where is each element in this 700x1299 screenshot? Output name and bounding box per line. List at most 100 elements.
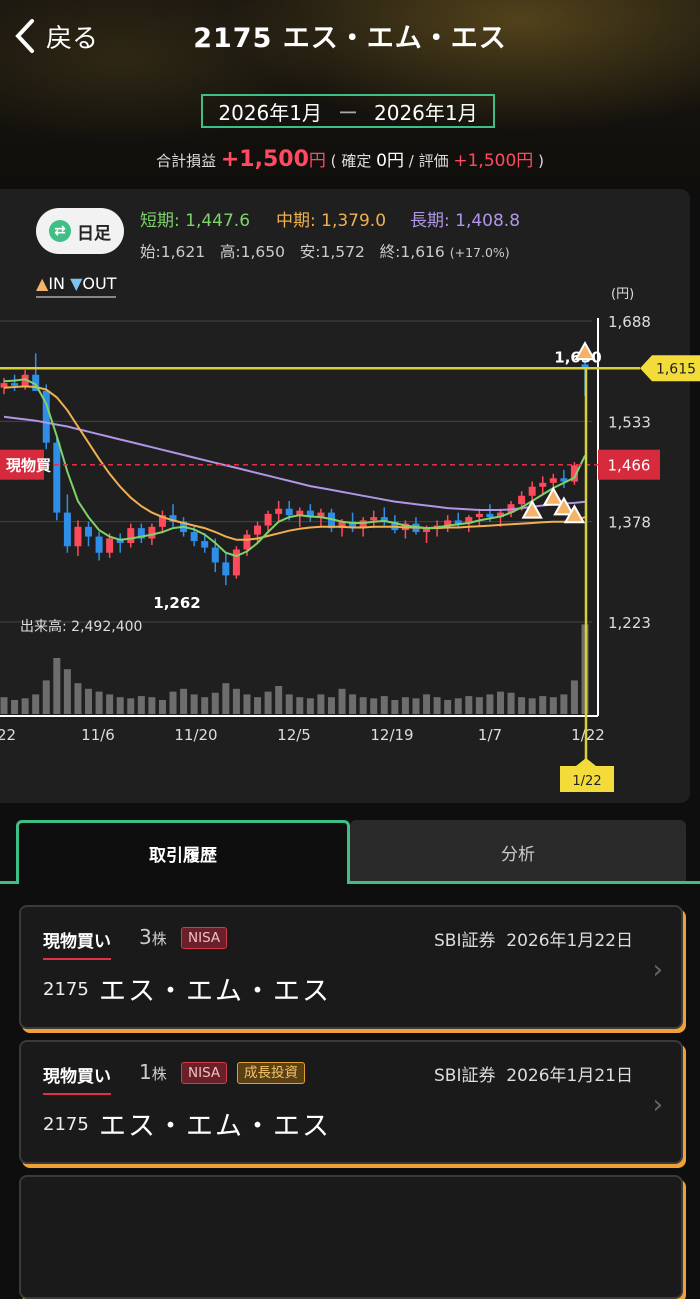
- volume-bar: [296, 697, 304, 714]
- trade-date: 2026年1月21日: [506, 1066, 633, 1086]
- volume-bar: [496, 691, 504, 714]
- candle-body: [528, 486, 536, 496]
- volume-bar: [232, 688, 240, 714]
- volume-bar: [338, 688, 346, 714]
- volume-bar: [137, 696, 145, 714]
- x-tick-label: 12/5: [277, 726, 311, 744]
- candle-body: [518, 495, 526, 505]
- volume-bar: [507, 692, 515, 714]
- price-chart[interactable]: 1,688 1,533 1,378 1,223 (円) /22 11/6 11/20 12/5 1…: [0, 0, 700, 800]
- candle-body: [211, 547, 219, 563]
- volume-bar: [275, 686, 283, 714]
- volume-bar: [327, 697, 335, 714]
- trade-item[interactable]: 現物買い 1株 NISA 成長投資 SBI証券 2026年1月21日 2175 …: [19, 1040, 683, 1164]
- x-tick-label: 12/19: [370, 726, 413, 744]
- current-price-label: 1,615: [656, 361, 696, 377]
- trade-broker-date: SBI証券 2026年1月21日: [434, 1061, 633, 1086]
- trade-item-partial[interactable]: [19, 1175, 683, 1299]
- date-cursor-label: 1/22: [572, 774, 601, 789]
- volume-bar: [116, 697, 124, 714]
- volume-bars: 出来高: 2,492,400: [0, 618, 589, 714]
- candle-body: [148, 526, 156, 539]
- volume-bar: [285, 694, 293, 714]
- trade-item[interactable]: 現物買い 3株 NISA SBI証券 2026年1月22日 2175 エス・エム…: [19, 905, 683, 1029]
- volume-bar: [21, 698, 29, 714]
- volume-bar: [180, 688, 188, 714]
- candle-body: [486, 513, 494, 518]
- volume-bar: [85, 688, 93, 714]
- trade-qty-value: 3: [139, 925, 152, 949]
- position-label: 現物買: [6, 457, 51, 475]
- volume-bar: [254, 697, 262, 714]
- x-tick-label: /22: [0, 726, 16, 744]
- volume-bar: [539, 696, 547, 714]
- y-tick-label: 1,223: [608, 614, 651, 632]
- volume-bar: [243, 694, 251, 714]
- growth-badge: 成長投資: [237, 1062, 305, 1084]
- volume-bar: [222, 683, 230, 714]
- chevron-right-icon: ›: [652, 955, 663, 985]
- candle-body: [243, 534, 251, 550]
- volume-bar: [306, 698, 314, 714]
- tab-trade-history[interactable]: 取引履歴: [16, 820, 350, 884]
- trade-type: 現物買い: [43, 1062, 111, 1095]
- candle-body: [285, 508, 293, 516]
- trade-broker-date: SBI証券 2026年1月22日: [434, 926, 633, 951]
- y-tick-label: 1,378: [608, 514, 651, 532]
- volume-bar: [486, 694, 494, 714]
- volume-bar: [560, 694, 568, 714]
- volume-bar: [53, 658, 61, 714]
- tab-analysis-label: 分析: [501, 844, 535, 865]
- candle-body: [201, 541, 209, 548]
- trade-broker: SBI証券: [434, 1066, 496, 1086]
- trade-stock-name: エス・エム・エス: [99, 1111, 331, 1142]
- volume-bar: [0, 697, 8, 714]
- volume-bar: [32, 694, 40, 714]
- chevron-right-icon: ›: [652, 1090, 663, 1120]
- volume-bar: [528, 698, 536, 714]
- volume-bar: [454, 698, 462, 714]
- y-tick-label: 1,533: [608, 413, 651, 431]
- volume-bar: [465, 696, 473, 714]
- candle-body: [85, 526, 93, 537]
- volume-bar: [158, 700, 166, 714]
- volume-bar: [412, 698, 420, 714]
- x-tick-label: 1/7: [478, 726, 502, 744]
- candle-body: [232, 549, 240, 576]
- x-tick-label: 11/6: [81, 726, 115, 744]
- volume-bar: [380, 696, 388, 714]
- volume-bar: [423, 694, 431, 714]
- candle-body: [549, 478, 557, 483]
- trade-code: 2175: [43, 1114, 89, 1135]
- candle-body: [222, 562, 230, 576]
- tab-bar: 取引履歴 分析: [0, 820, 700, 884]
- candle-body: [74, 526, 82, 547]
- volume-bar: [11, 700, 19, 714]
- candle-body: [106, 538, 114, 553]
- trade-qty-unit: 株: [151, 1065, 167, 1083]
- volume-label: 出来高: 2,492,400: [20, 618, 142, 635]
- nisa-badge: NISA: [181, 1062, 228, 1084]
- volume-bar: [42, 680, 50, 714]
- volume-bar: [74, 683, 82, 714]
- trade-type: 現物買い: [43, 927, 111, 960]
- candle-body: [11, 383, 19, 386]
- volume-bar: [518, 697, 526, 714]
- candle-body: [275, 508, 283, 514]
- y-tick-label: 1,688: [608, 313, 651, 331]
- unit-label: (円): [611, 287, 634, 302]
- position-price: 1,466: [608, 457, 651, 475]
- volume-bar: [264, 691, 272, 714]
- volume-bar: [148, 697, 156, 714]
- volume-bar: [169, 691, 177, 714]
- tab-analysis[interactable]: 分析: [350, 820, 686, 884]
- trade-date: 2026年1月22日: [506, 931, 633, 951]
- volume-bar: [201, 697, 209, 714]
- trade-qty: 1株: [139, 1060, 167, 1084]
- candle-body: [370, 517, 378, 521]
- candle-body: [475, 513, 483, 518]
- trade-qty-unit: 株: [151, 930, 167, 948]
- trade-broker: SBI証券: [434, 931, 496, 951]
- trade-code: 2175: [43, 979, 89, 1000]
- volume-bar: [317, 694, 325, 714]
